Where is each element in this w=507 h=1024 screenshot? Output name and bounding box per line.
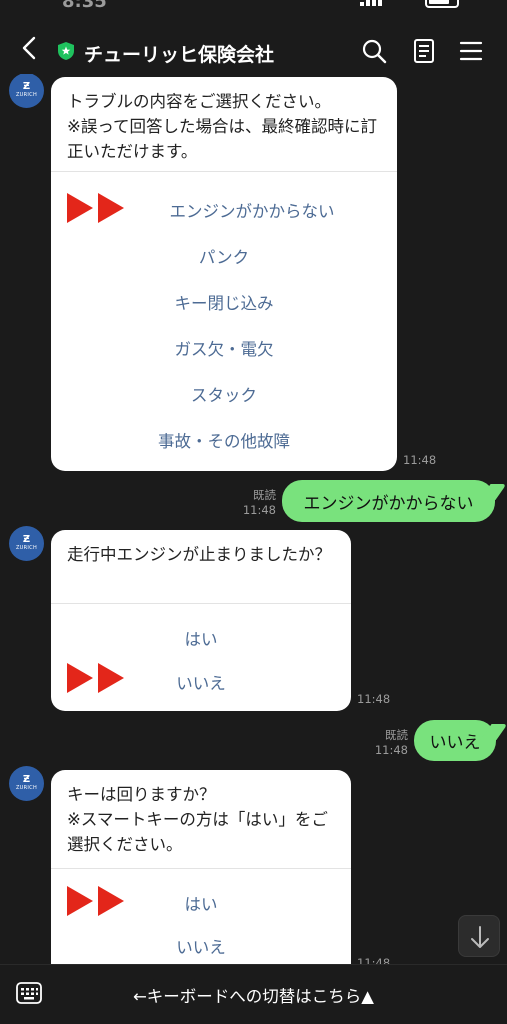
chat-title: チューリッヒ保険会社 bbox=[84, 44, 275, 66]
question-card-key-turns: キーは回りますか？ ※スマートキーの方は「はい」をご選択ください。 はい いいえ bbox=[51, 770, 351, 964]
read-label: 既読 bbox=[253, 488, 276, 502]
signal-icon bbox=[360, 0, 386, 6]
message-time: 11:48 bbox=[242, 503, 276, 517]
zurich-logo-icon: Ƶ bbox=[22, 81, 31, 92]
option-yes[interactable]: はい bbox=[51, 891, 351, 915]
option-out-of-fuel[interactable]: ガス欠・電欠 bbox=[51, 336, 397, 360]
notes-icon[interactable] bbox=[411, 38, 437, 64]
read-label: 既読 bbox=[385, 728, 408, 742]
question-text: キーは回りますか？ ※スマートキーの方は「はい」をご選択ください。 bbox=[51, 770, 351, 869]
scroll-down-button[interactable] bbox=[458, 915, 500, 957]
status-time: 8:35 bbox=[62, 0, 107, 12]
status-bar: 8:35 bbox=[0, 0, 507, 14]
back-icon[interactable] bbox=[18, 34, 42, 62]
menu-icon[interactable] bbox=[458, 38, 484, 64]
question-text: トラブルの内容をご選択ください。 ※誤って回答した場合は、最終確認時に訂正いただ… bbox=[51, 77, 397, 172]
question-card-trouble: トラブルの内容をご選択ください。 ※誤って回答した場合は、最終確認時に訂正いただ… bbox=[51, 77, 397, 471]
my-reply-text: いいえ bbox=[429, 733, 481, 753]
option-no[interactable]: いいえ bbox=[51, 934, 351, 958]
read-receipt: 既読 11:48 bbox=[372, 728, 408, 758]
battery-icon bbox=[425, 0, 459, 8]
my-reply-text: エンジンがかからない bbox=[303, 493, 474, 514]
read-receipt: 既読 11:48 bbox=[240, 488, 276, 518]
my-reply-bubble[interactable]: いいえ bbox=[414, 720, 507, 761]
keyboard-switch-link[interactable]: ←キーボードへの切替はこちら▲ bbox=[0, 983, 507, 1007]
zurich-logo-icon: Ƶ bbox=[22, 774, 31, 785]
message-time: 11:48 bbox=[357, 956, 391, 964]
avatar-label: ZURICH bbox=[15, 92, 38, 98]
avatar[interactable]: Ƶ ZURICH bbox=[9, 766, 44, 801]
arrow-down-icon bbox=[471, 926, 489, 948]
option-engine-wont-start[interactable]: エンジンがかからない bbox=[51, 198, 397, 222]
option-key-lockout[interactable]: キー閉じ込み bbox=[51, 290, 397, 314]
question-card-engine-stopped: 走行中エンジンが止まりましたか？ はい いいえ bbox=[51, 530, 351, 711]
avatar-label: ZURICH bbox=[15, 785, 38, 791]
option-no[interactable]: いいえ bbox=[51, 670, 351, 694]
avatar-label: ZURICH bbox=[15, 545, 38, 551]
footer-bar: ←キーボードへの切替はこちら▲ bbox=[0, 964, 507, 1024]
option-flat-tire[interactable]: パンク bbox=[51, 244, 397, 268]
keyboard-icon[interactable] bbox=[16, 982, 42, 1004]
avatar[interactable]: Ƶ ZURICH bbox=[9, 526, 44, 561]
option-stuck[interactable]: スタック bbox=[51, 382, 397, 406]
option-accident-other[interactable]: 事故・その他故障 bbox=[51, 428, 397, 452]
question-text: 走行中エンジンが止まりましたか？ bbox=[51, 530, 351, 604]
message-time: 11:48 bbox=[403, 453, 437, 467]
verified-shield-icon bbox=[58, 42, 74, 60]
message-time: 11:48 bbox=[357, 692, 391, 706]
chat-area[interactable]: Ƶ ZURICH トラブルの内容をご選択ください。 ※誤って回答した場合は、最終… bbox=[0, 74, 507, 964]
chat-header: チューリッヒ保険会社 bbox=[0, 14, 507, 74]
my-reply-bubble[interactable]: エンジンがかからない bbox=[282, 480, 507, 522]
zurich-logo-icon: Ƶ bbox=[22, 534, 31, 545]
bubble-tail bbox=[480, 724, 507, 740]
search-icon[interactable] bbox=[361, 38, 387, 64]
avatar[interactable]: Ƶ ZURICH bbox=[9, 74, 44, 108]
message-time: 11:48 bbox=[374, 743, 408, 757]
option-yes[interactable]: はい bbox=[51, 626, 351, 650]
bubble-tail bbox=[479, 484, 507, 500]
